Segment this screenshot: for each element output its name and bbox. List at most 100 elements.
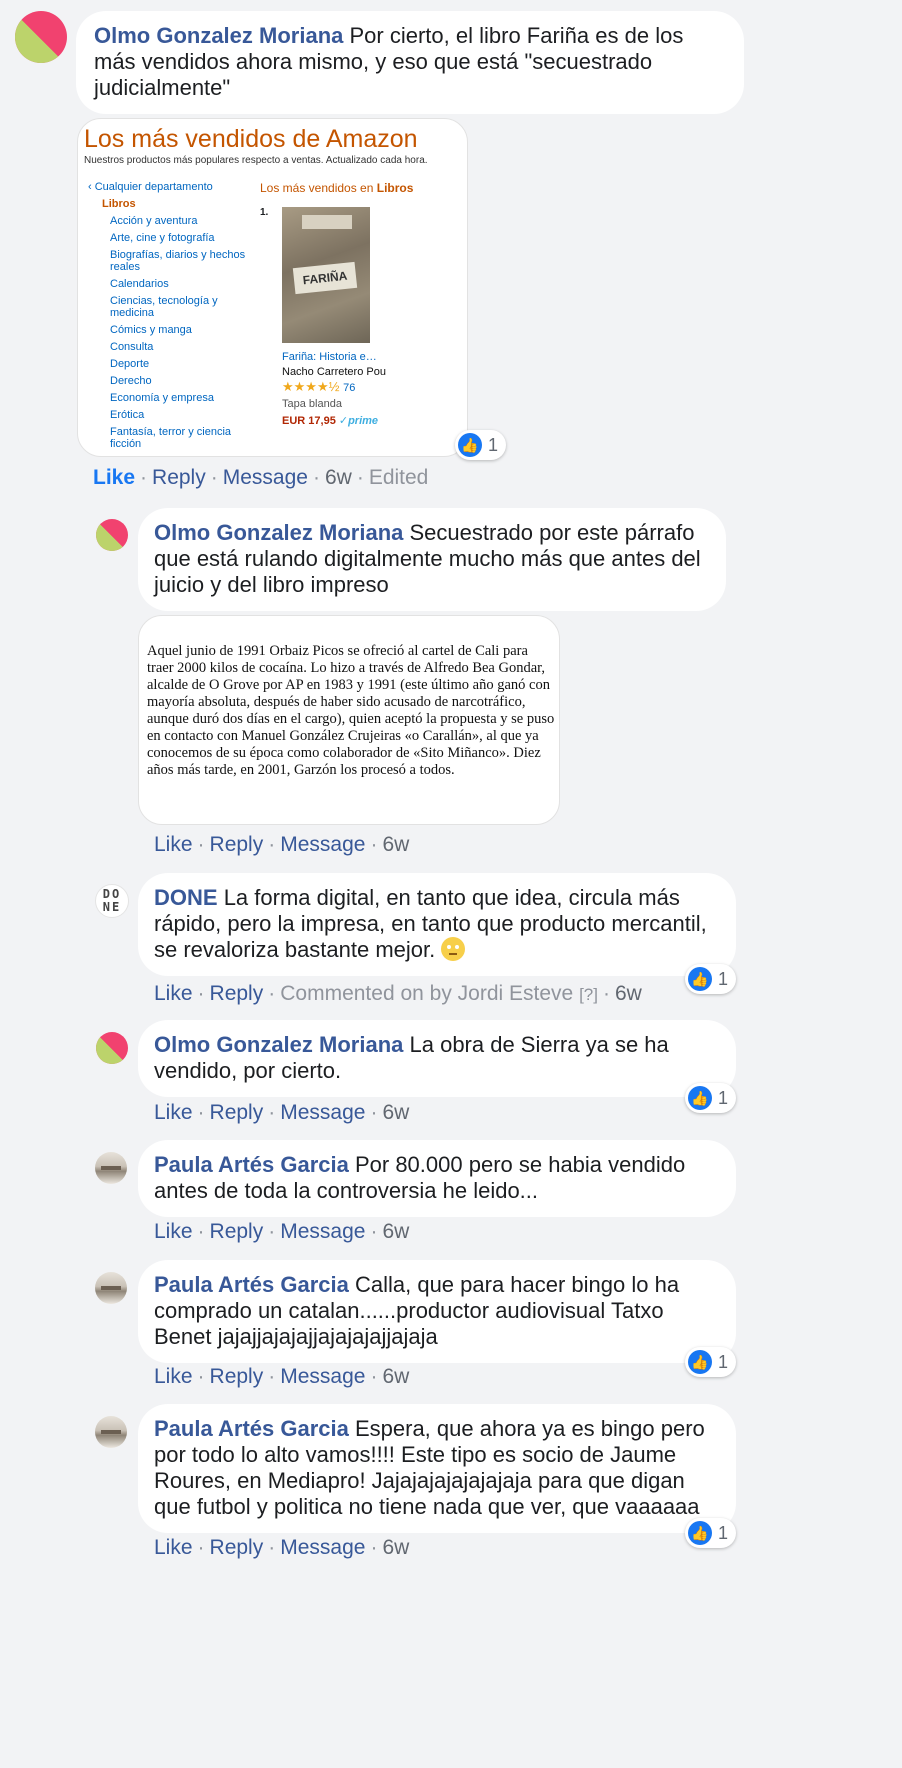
reaction-number: 1 <box>718 1522 729 1543</box>
avatar[interactable] <box>96 519 128 551</box>
amazon-category-list: Acción y aventura Arte, cine y fotografí… <box>110 215 260 455</box>
amazon-screenshot-image[interactable]: Los más vendidos de Amazon Nuestros prod… <box>77 118 468 457</box>
amazon-category: Derecho <box>110 375 152 387</box>
comment-author[interactable]: Olmo Gonzalez Moriana <box>154 520 403 545</box>
like-thumb-icon: 👍 <box>688 1521 712 1545</box>
message-link[interactable]: Message <box>280 1365 365 1388</box>
avatar-text: DO <box>102 887 122 901</box>
comment-actions: Like · Reply · Message · 6w <box>154 1220 410 1243</box>
reaction-count[interactable]: 👍 1 <box>685 1518 737 1548</box>
like-link[interactable]: Like <box>154 1536 193 1559</box>
like-thumb-icon: 👍 <box>688 1086 712 1110</box>
amazon-category: Erótica <box>110 409 145 421</box>
amazon-category: Biografías, diarios y hechos reales <box>110 249 246 273</box>
reply-link[interactable]: Reply <box>210 982 264 1005</box>
reaction-count[interactable]: 👍 1 <box>455 430 507 460</box>
comment-text: La forma digital, en tanto que idea, cir… <box>154 885 707 962</box>
reaction-number: 1 <box>718 1087 729 1108</box>
comment-actions: Like · Reply · Message · 6w <box>154 1101 410 1124</box>
comment-bubble: DONE La forma digital, en tanto que idea… <box>138 873 736 976</box>
amazon-category: Ciencias, tecnología y medicina <box>110 295 218 319</box>
eye-roll-emoji-icon <box>441 937 466 961</box>
comment-actions: Like · Reply · Message · 6w <box>154 833 410 856</box>
reply-link[interactable]: Reply <box>210 1220 264 1243</box>
timestamp[interactable]: 6w <box>382 1101 409 1124</box>
timestamp[interactable]: 6w <box>615 982 642 1005</box>
like-link[interactable]: Like <box>154 982 193 1005</box>
prime-badge-icon: ✓prime <box>338 415 379 427</box>
like-link[interactable]: Like <box>154 1220 193 1243</box>
commented-on-label: Commented on by Jordi Esteve <box>280 982 574 1005</box>
amazon-rating: ★★★★½ 76 <box>282 379 355 395</box>
reaction-number: 1 <box>718 968 729 989</box>
help-link[interactable]: [?] <box>579 985 598 1004</box>
message-link[interactable]: Message <box>280 1220 365 1243</box>
amazon-product-title: Fariña: Historia e… <box>282 351 377 363</box>
reply-link[interactable]: Reply <box>210 833 264 856</box>
amazon-title: Los más vendidos de Amazon <box>84 125 418 153</box>
comment-bubble: Olmo Gonzalez Moriana Secuestrado por es… <box>138 508 726 611</box>
amazon-rank: 1. <box>260 207 269 218</box>
timestamp[interactable]: 6w <box>382 833 409 856</box>
reaction-count[interactable]: 👍 1 <box>685 1083 737 1113</box>
amazon-category: Cómics y manga <box>110 324 192 336</box>
comment-author[interactable]: Olmo Gonzalez Moriana <box>94 23 343 48</box>
timestamp[interactable]: 6w <box>382 1220 409 1243</box>
amazon-category: Calendarios <box>110 278 169 290</box>
amazon-subtitle: Nuestros productos más populares respect… <box>84 155 428 166</box>
amazon-category: Acción y aventura <box>110 215 198 227</box>
amazon-category: Economía y empresa <box>110 392 214 404</box>
avatar[interactable] <box>95 1272 127 1304</box>
message-link[interactable]: Message <box>280 1536 365 1559</box>
reaction-number: 1 <box>488 434 499 455</box>
quote-image[interactable]: Aquel junio de 1991 Orbaiz Picos se ofre… <box>138 615 560 825</box>
like-link[interactable]: Like <box>154 1101 193 1124</box>
like-link[interactable]: Like <box>154 1365 193 1388</box>
like-thumb-icon: 👍 <box>688 1350 712 1374</box>
edited-label: Edited <box>368 466 429 489</box>
avatar[interactable] <box>95 1152 127 1184</box>
comment-author[interactable]: DONE <box>154 885 218 910</box>
comment-author[interactable]: Paula Artés Garcia <box>154 1416 349 1441</box>
comment-actions: Like · Reply · Message · 6w · Edited <box>93 466 429 489</box>
comment-actions: Like · Reply · Message · 6w <box>154 1536 410 1559</box>
amazon-bestsellers-prefix: Los más vendidos en <box>260 181 377 195</box>
book-cover-title: FARIÑA <box>292 261 358 295</box>
avatar[interactable] <box>15 11 67 63</box>
comment-bubble: Olmo Gonzalez Moriana La obra de Sierra … <box>138 1020 736 1097</box>
reply-link[interactable]: Reply <box>210 1365 264 1388</box>
reaction-number: 1 <box>718 1351 729 1372</box>
amazon-price-value: EUR 17,95 <box>282 415 336 427</box>
comment-bubble: Olmo Gonzalez Moriana Por cierto, el lib… <box>76 11 744 114</box>
amazon-category: Fantasía, terror y ciencia ficción <box>110 426 232 450</box>
timestamp[interactable]: 6w <box>325 466 352 489</box>
comment-author[interactable]: Paula Artés Garcia <box>154 1152 349 1177</box>
like-link[interactable]: Like <box>93 466 135 489</box>
message-link[interactable]: Message <box>280 833 365 856</box>
reply-link[interactable]: Reply <box>210 1101 264 1124</box>
like-link[interactable]: Like <box>154 833 193 856</box>
reply-link[interactable]: Reply <box>152 466 206 489</box>
like-thumb-icon: 👍 <box>458 433 482 457</box>
amazon-category: Deporte <box>110 358 150 370</box>
comment-actions: Like · Reply · Commented on by Jordi Esteve … <box>154 982 642 1005</box>
amazon-format: Tapa blanda <box>282 398 342 410</box>
amazon-any-department: ‹ Cualquier departamento <box>88 181 213 193</box>
comment-author[interactable]: Olmo Gonzalez Moriana <box>154 1032 403 1057</box>
amazon-category: Arte, cine y fotografía <box>110 232 215 244</box>
comment-bubble: Paula Artés Garcia Espera, que ahora ya … <box>138 1404 736 1533</box>
reaction-count[interactable]: 👍 1 <box>685 1347 737 1377</box>
avatar[interactable] <box>95 1416 127 1448</box>
timestamp[interactable]: 6w <box>382 1536 409 1559</box>
message-link[interactable]: Message <box>280 1101 365 1124</box>
timestamp[interactable]: 6w <box>382 1365 409 1388</box>
amazon-price: EUR 17,95 ✓prime <box>282 414 378 427</box>
reply-link[interactable]: Reply <box>210 1536 264 1559</box>
like-thumb-icon: 👍 <box>688 967 712 991</box>
reaction-count[interactable]: 👍 1 <box>685 964 737 994</box>
message-link[interactable]: Message <box>223 466 308 489</box>
comment-author[interactable]: Paula Artés Garcia <box>154 1272 349 1297</box>
avatar[interactable] <box>96 1032 128 1064</box>
avatar[interactable]: DO NE <box>95 884 129 918</box>
amazon-bestsellers-heading: Los más vendidos en Libros <box>260 181 413 195</box>
